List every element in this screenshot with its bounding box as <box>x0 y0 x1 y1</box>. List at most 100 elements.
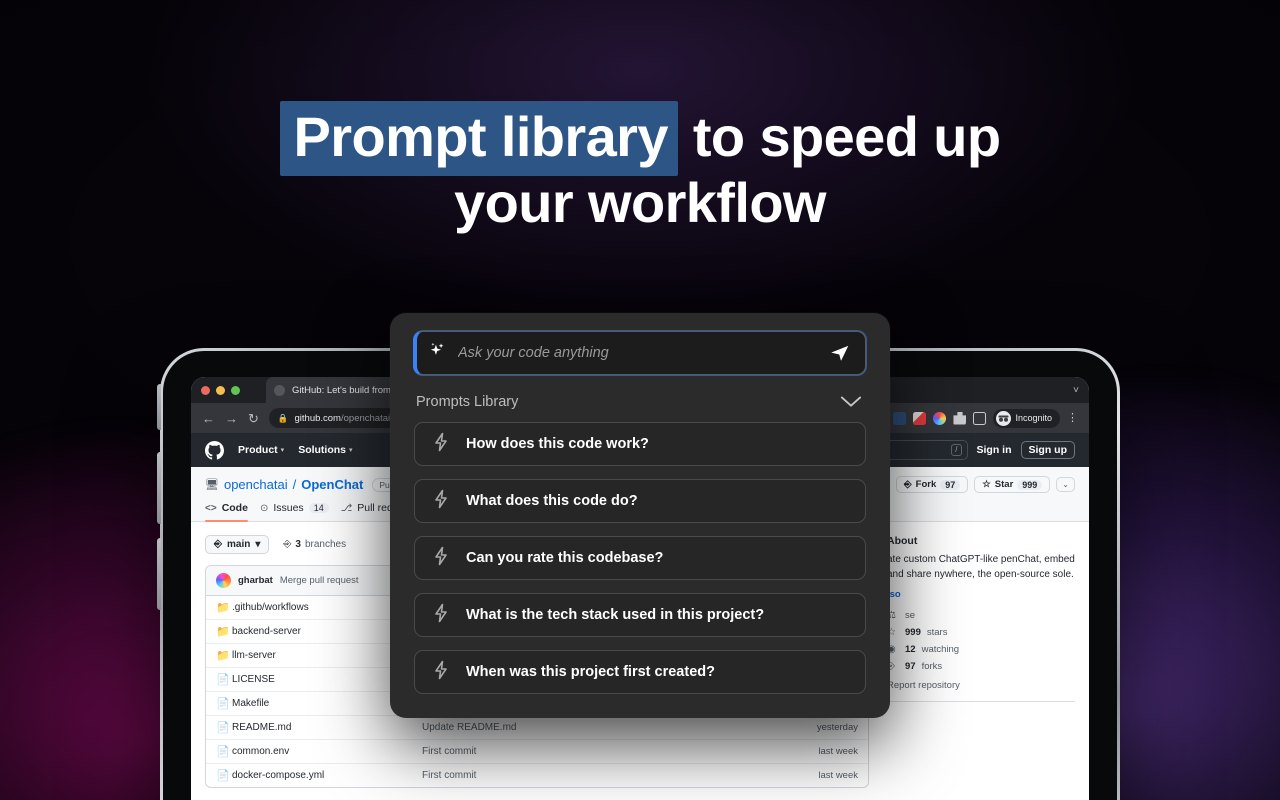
tab-issues[interactable]: ⊙ Issues 14 <box>260 502 329 521</box>
browser-menu-icon[interactable]: ⋮ <box>1067 413 1078 424</box>
forks-stat[interactable]: ⎆ 97 forks <box>887 661 1075 672</box>
issue-icon: ⊙ <box>259 502 269 514</box>
tab-favicon-icon <box>274 384 285 396</box>
nav-item-solutions[interactable]: Solutions ▾ <box>298 444 352 456</box>
extension-icon-3[interactable] <box>913 411 927 425</box>
list-item[interactable]: What is the tech stack used in this proj… <box>414 593 866 637</box>
branches-count[interactable]: ⎆ 3 branches <box>283 539 346 550</box>
repo-name-link[interactable]: OpenChat <box>301 477 363 492</box>
homepage-link[interactable]: .so <box>887 589 1075 600</box>
headline-highlight: Prompt library <box>279 101 678 176</box>
page-title: Prompt library to speed up your workflow <box>0 101 1280 236</box>
window-controls[interactable] <box>201 385 240 395</box>
library-title: Prompts Library <box>416 394 519 410</box>
star-dropdown-icon[interactable]: ⌄ <box>1056 477 1075 492</box>
incognito-icon <box>996 410 1012 426</box>
file-name[interactable]: README.md <box>232 722 422 733</box>
incognito-badge[interactable]: Incognito <box>993 408 1060 428</box>
collapse-library-button[interactable] <box>838 395 864 409</box>
prompt-list: How does this code work? What does this … <box>414 422 866 694</box>
file-icon: 📄 <box>216 698 230 710</box>
sidepanel-icon[interactable] <box>973 411 987 425</box>
lightning-bolt-icon <box>433 432 449 457</box>
sign-in-link[interactable]: Sign in <box>977 444 1012 456</box>
file-name[interactable]: common.env <box>232 746 422 757</box>
fork-button[interactable]: ⎆ Fork 97 <box>896 476 969 493</box>
minimize-window-icon[interactable] <box>216 385 225 395</box>
window-chevron-down-icon[interactable]: ˅ <box>1073 385 1079 396</box>
code-icon: <> <box>205 502 217 514</box>
device-button-volume-up <box>157 452 161 524</box>
nav-item-product[interactable]: Product ▾ <box>238 444 284 456</box>
branch-icon: ⎆ <box>214 539 222 550</box>
repo-actions: ⎆ Fork 97 ☆ Star 999 ⌄ <box>896 476 1075 493</box>
file-time: yesterday <box>816 722 858 733</box>
table-row[interactable]: 📄 docker-compose.yml First commit last week <box>206 764 868 787</box>
commit-author[interactable]: gharbat <box>238 575 273 586</box>
forward-icon[interactable]: → <box>225 412 238 425</box>
send-icon <box>831 345 849 361</box>
prompt-library-panel: Prompts Library How does this code work?… <box>390 313 890 718</box>
file-commit: First commit <box>422 746 477 757</box>
folder-icon: 📁 <box>216 602 230 614</box>
reload-icon[interactable]: ↻ <box>248 412 259 425</box>
report-repository-link[interactable]: Report repository <box>887 680 1075 691</box>
search-slash-hint: / <box>951 444 962 456</box>
sidebar-divider <box>887 701 1075 702</box>
fork-count: 97 <box>940 479 961 490</box>
titlebar-right: ˅ <box>1073 385 1079 396</box>
table-row[interactable]: 📄 README.md Update README.md yesterday <box>206 716 868 740</box>
lightning-bolt-icon <box>433 603 449 628</box>
file-commit: Update README.md <box>422 722 517 733</box>
close-window-icon[interactable] <box>201 385 210 395</box>
list-item[interactable]: Can you rate this codebase? <box>414 536 866 580</box>
branch-icon: ⎆ <box>283 539 292 550</box>
list-item[interactable]: How does this code work? <box>414 422 866 466</box>
extension-icon-4[interactable] <box>933 411 947 425</box>
star-button[interactable]: ☆ Star 999 <box>974 476 1051 493</box>
library-header: Prompts Library <box>416 394 864 410</box>
star-icon: ☆ <box>982 479 991 490</box>
device-button-volume-down <box>157 538 161 610</box>
ask-code-search-bar[interactable] <box>414 331 866 375</box>
extension-icon-2[interactable] <box>893 411 907 425</box>
folder-icon: 📁 <box>216 650 230 662</box>
prompt-label: What is the tech stack used in this proj… <box>466 607 765 623</box>
license-stat[interactable]: ⚖ se <box>887 610 1075 621</box>
file-icon: 📄 <box>216 746 230 758</box>
chevron-down-icon: ▾ <box>255 539 261 550</box>
tab-code[interactable]: <> Code <box>205 502 248 522</box>
issues-count: 14 <box>308 503 329 513</box>
list-item[interactable]: When was this project first created? <box>414 650 866 694</box>
commit-message[interactable]: Merge pull request <box>280 575 359 586</box>
send-button[interactable] <box>829 342 851 364</box>
maximize-window-icon[interactable] <box>231 385 240 395</box>
chevron-down-icon <box>840 396 862 407</box>
search-input[interactable] <box>458 345 818 361</box>
sparkle-icon <box>428 341 447 365</box>
about-heading: About <box>887 535 918 547</box>
branch-selector[interactable]: ⎆ main ▾ <box>205 535 270 554</box>
file-name[interactable]: docker-compose.yml <box>232 770 422 781</box>
table-row[interactable]: 📄 common.env First commit last week <box>206 740 868 764</box>
lightning-bolt-icon <box>433 660 449 685</box>
folder-icon: 📁 <box>216 626 230 638</box>
puzzle-extension-icon[interactable] <box>953 411 967 425</box>
lightning-bolt-icon <box>433 546 449 571</box>
chevron-down-icon: ▾ <box>280 447 285 454</box>
star-count: 999 <box>1017 479 1043 490</box>
device-button-power <box>157 384 161 430</box>
stars-stat[interactable]: ☆ 999 stars <box>887 627 1075 638</box>
headline-line2: your workflow <box>454 171 826 234</box>
list-item[interactable]: What does this code do? <box>414 479 866 523</box>
github-logo-icon[interactable] <box>205 440 224 460</box>
prompt-label: Can you rate this codebase? <box>466 550 664 566</box>
repo-owner-link[interactable]: openchatai <box>224 477 288 492</box>
back-icon[interactable]: ← <box>202 412 215 425</box>
sign-up-button[interactable]: Sign up <box>1020 441 1075 459</box>
repo-separator: / <box>292 477 297 492</box>
file-icon: 📄 <box>216 770 230 782</box>
repo-sidebar: About ate custom ChatGPT-like penChat, e… <box>887 535 1075 788</box>
watching-stat[interactable]: ◉ 12 watching <box>887 644 1075 655</box>
file-time: last week <box>818 770 858 781</box>
